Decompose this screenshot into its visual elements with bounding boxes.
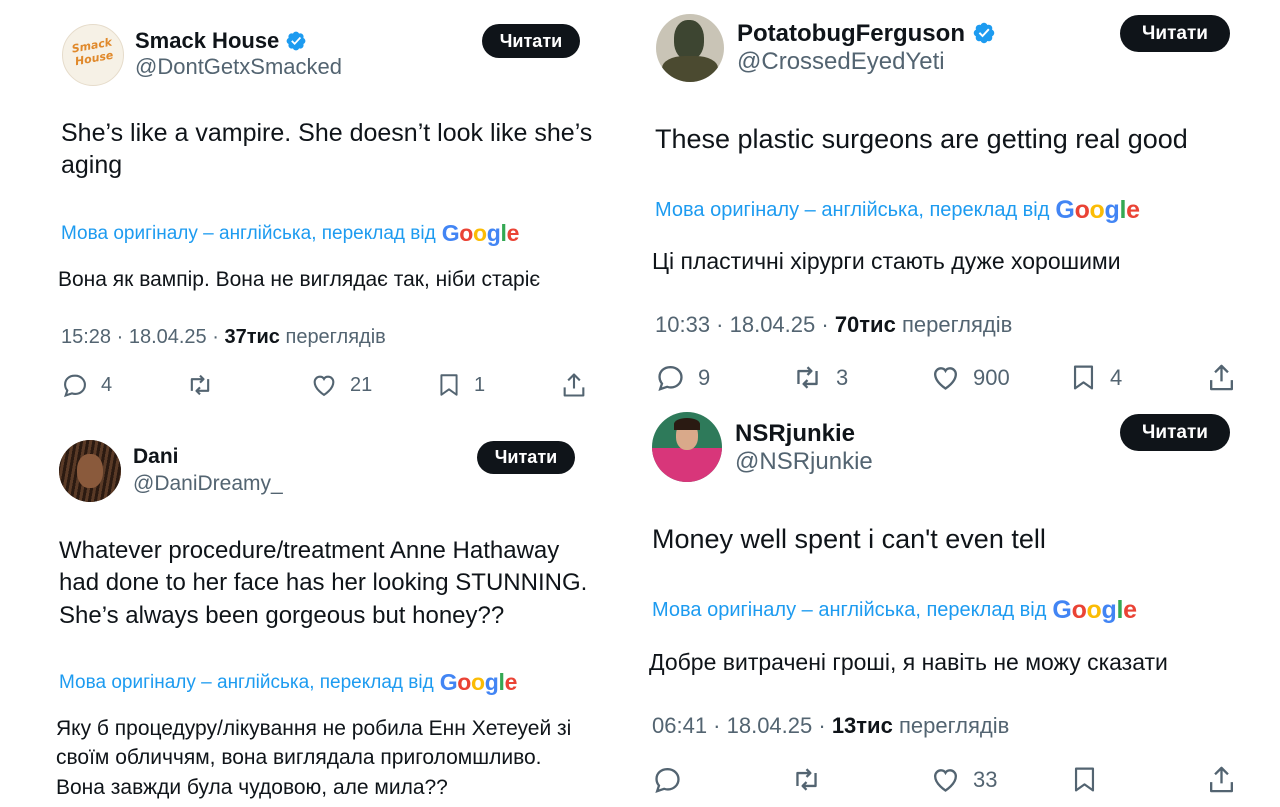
translation-attribution[interactable]: Мова оригіналу – англійська, переклад ві… — [652, 596, 1137, 625]
bookmark-icon — [440, 374, 458, 396]
google-logo: Google — [439, 669, 518, 695]
tweet-meta: 10:33 · 18.04.25 · 70тис переглядів — [655, 312, 1013, 337]
handle[interactable]: @DontGetxSmacked — [135, 54, 342, 80]
display-name[interactable]: PotatobugFerguson — [737, 20, 996, 48]
reply-icon — [64, 374, 86, 398]
handle[interactable]: @CrossedEyedYeti — [737, 48, 945, 76]
like-action[interactable]: 900 — [930, 362, 1010, 393]
bookmark-action[interactable]: 4 — [1069, 362, 1122, 393]
follow-button[interactable]: Читати — [477, 441, 575, 474]
like-action[interactable]: 21 — [310, 371, 372, 399]
avatar-body — [662, 56, 718, 82]
reply-icon — [655, 768, 680, 793]
google-logo: Google — [441, 220, 520, 246]
reply-action[interactable]: 9 — [655, 362, 710, 393]
avatar-hair — [674, 418, 700, 430]
avatar-bg-pink — [652, 448, 722, 482]
bookmark-icon — [1074, 767, 1095, 792]
retweet-icon — [796, 768, 817, 791]
tweet-card-potatobugferguson: PotatobugFerguson @CrossedEyedYeti Читат… — [640, 0, 1280, 405]
reply-action[interactable] — [652, 764, 683, 795]
reply-action[interactable]: 4 — [61, 371, 112, 399]
tweet-card-dani: Dani @DaniDreamy_ Читати Whatever proced… — [0, 420, 640, 807]
share-action[interactable] — [1206, 764, 1237, 795]
avatar[interactable] — [59, 440, 121, 502]
display-name[interactable]: Dani — [133, 445, 179, 469]
share-icon — [1210, 364, 1233, 391]
display-name[interactable]: Smack House — [135, 28, 307, 54]
retweet-action[interactable] — [185, 371, 215, 399]
retweet-action[interactable] — [790, 764, 823, 795]
avatar-mask — [674, 20, 704, 60]
follow-button[interactable]: Читати — [1120, 414, 1230, 451]
follow-button[interactable]: Читати — [482, 24, 580, 58]
bookmark-action[interactable] — [1070, 764, 1099, 795]
tweet-meta: 15:28 · 18.04.25 · 37тис переглядів — [61, 326, 386, 348]
google-logo: Google — [1052, 596, 1137, 624]
retweet-action[interactable]: 3 — [791, 362, 848, 393]
translated-text: Вона як вампір. Вона не виглядає так, ні… — [58, 268, 541, 291]
like-action[interactable]: 33 — [930, 764, 997, 795]
retweet-icon — [190, 374, 210, 396]
tweet-text: She’s like a vampire. She doesn’t look l… — [61, 119, 593, 179]
google-logo: Google — [1055, 196, 1140, 224]
tweet-text: These plastic surgeons are getting real … — [655, 124, 1188, 154]
translated-text: Яку б процедуру/лікування не робила Енн … — [56, 717, 572, 799]
share-action[interactable] — [1206, 362, 1237, 393]
bookmark-action[interactable]: 1 — [436, 371, 485, 399]
display-name[interactable]: NSRjunkie — [735, 420, 855, 448]
verified-badge-icon — [287, 31, 306, 51]
avatar[interactable] — [656, 14, 724, 82]
tweet-card-smack-house: Smack House Smack House @DontGetxSmacked… — [0, 0, 640, 420]
share-icon — [563, 373, 585, 397]
tweet-text: Whatever procedure/treatment Anne Hathaw… — [59, 537, 588, 629]
handle[interactable]: @DaniDreamy_ — [133, 472, 283, 496]
translation-attribution[interactable]: Мова оригіналу – англійська, переклад ві… — [59, 669, 517, 696]
bookmark-icon — [1073, 365, 1094, 390]
avatar[interactable] — [652, 412, 722, 482]
tweet-card-nsrjunkie: NSRjunkie @NSRjunkie Читати Money well s… — [640, 405, 1280, 807]
avatar-logo: Smack House — [70, 35, 115, 69]
handle[interactable]: @NSRjunkie — [735, 448, 873, 476]
share-icon — [1210, 766, 1233, 793]
like-icon — [313, 375, 335, 397]
verified-badge-icon — [973, 22, 994, 44]
tweet-meta: 06:41 · 18.04.25 · 13тис переглядів — [652, 713, 1010, 738]
avatar[interactable]: Smack House — [62, 24, 124, 86]
translated-text: Добре витрачені гроші, я навіть не можу … — [649, 649, 1168, 675]
translated-text: Ці пластичні хірурги стають дуже хорошим… — [652, 248, 1121, 274]
like-icon — [934, 367, 957, 390]
translation-attribution[interactable]: Мова оригіналу – англійська, переклад ві… — [655, 196, 1140, 225]
avatar-face — [77, 454, 103, 488]
follow-button[interactable]: Читати — [1120, 15, 1230, 52]
translation-attribution[interactable]: Мова оригіналу – англійська, переклад ві… — [61, 220, 519, 247]
share-action[interactable] — [560, 371, 588, 399]
reply-icon — [658, 366, 683, 391]
like-icon — [934, 769, 957, 792]
retweet-icon — [797, 366, 818, 389]
tweet-text: Money well spent i can't even tell — [652, 524, 1046, 554]
